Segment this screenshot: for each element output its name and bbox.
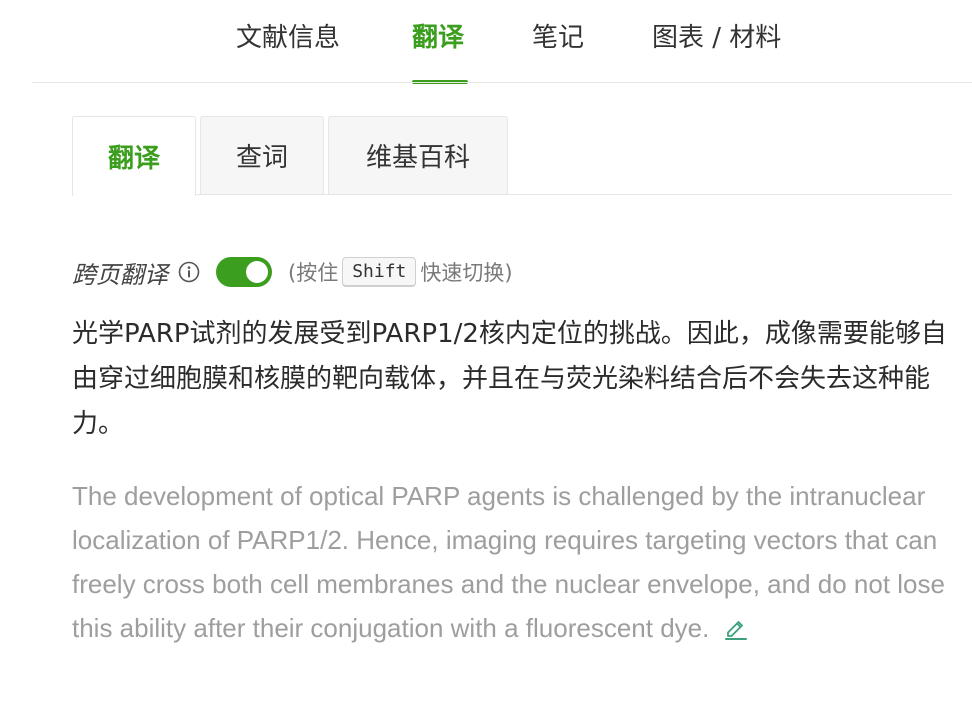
cross-page-translate-toggle[interactable]: [216, 257, 272, 287]
tab-figures-materials[interactable]: 图表 / 材料: [652, 20, 781, 56]
translation-panel: 文献信息 翻译 笔记 图表 / 材料 翻译 查词 维基百科 跨页翻译 (按住 S…: [0, 0, 972, 708]
pencil-icon[interactable]: [723, 610, 749, 640]
shortcut-hint-suffix: 快速切换): [420, 261, 513, 285]
cross-page-translate-label: 跨页翻译: [72, 260, 168, 289]
translated-text: 光学PARP试剂的发展受到PARP1/2核内定位的挑战。因此，成像需要能够自由穿…: [72, 319, 947, 439]
cross-page-translate-row: 跨页翻译 (按住 Shift 快速切换): [72, 252, 513, 292]
subtab-translate[interactable]: 翻译: [72, 116, 196, 196]
original-text-block: The development of optical PARP agents i…: [72, 474, 962, 650]
tab-notes[interactable]: 笔记: [532, 20, 584, 56]
top-tab-divider: [32, 82, 972, 83]
subtab-wikipedia[interactable]: 维基百科: [328, 116, 508, 194]
shortcut-hint: (按住 Shift 快速切换): [288, 257, 513, 287]
subtab-lookup[interactable]: 查词: [200, 116, 324, 194]
tab-literature-info[interactable]: 文献信息: [236, 20, 340, 56]
tab-translation[interactable]: 翻译: [412, 20, 464, 56]
info-circle-icon[interactable]: [178, 261, 200, 283]
subtab-divider: [72, 194, 952, 195]
original-text: The development of optical PARP agents i…: [72, 481, 945, 643]
top-tab-bar: 文献信息 翻译 笔记 图表 / 材料: [0, 0, 972, 84]
shift-key-badge: Shift: [342, 257, 417, 287]
toggle-knob: [246, 261, 268, 283]
shortcut-hint-prefix: (按住: [288, 261, 339, 285]
